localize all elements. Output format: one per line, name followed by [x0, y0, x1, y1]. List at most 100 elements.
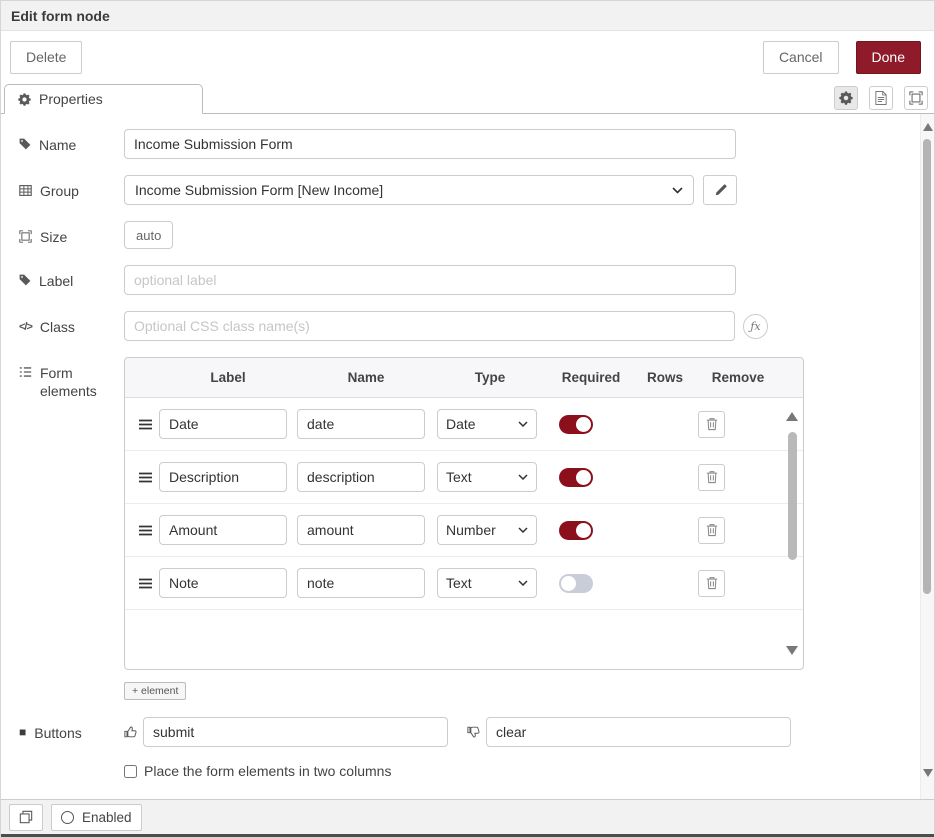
delete-button[interactable]: Delete	[10, 41, 82, 74]
appearance-button[interactable]	[904, 86, 928, 110]
element-type-select[interactable]: Text	[437, 462, 537, 492]
delete-element-button[interactable]	[698, 517, 725, 544]
col-header-label: Label	[159, 370, 297, 385]
element-type-select[interactable]: Text	[437, 568, 537, 598]
trash-icon	[706, 417, 718, 431]
required-toggle[interactable]	[559, 415, 593, 434]
label-label-text: Label	[39, 272, 73, 290]
required-toggle[interactable]	[559, 468, 593, 487]
element-type-select[interactable]: Date	[437, 409, 537, 439]
class-input[interactable]	[124, 311, 735, 341]
square-icon: ■	[19, 724, 26, 738]
element-name-input[interactable]	[297, 409, 425, 439]
form-elements-label: Form elements	[19, 357, 124, 400]
form-elements-table: Label Name Type Required Rows Remove Dat…	[124, 357, 804, 670]
label-row: Label	[19, 265, 920, 295]
edit-group-button[interactable]	[703, 175, 737, 205]
drag-handle-icon[interactable]	[139, 419, 152, 430]
cancel-button[interactable]: Cancel	[763, 41, 839, 74]
clear-button-label-input[interactable]	[486, 717, 791, 747]
drag-handle-icon[interactable]	[139, 525, 152, 536]
delete-element-button[interactable]	[698, 411, 725, 438]
two-columns-checkbox[interactable]	[124, 765, 137, 778]
element-type-select[interactable]: Number	[437, 515, 537, 545]
class-dynamic-button[interactable]: ƒx	[743, 314, 768, 339]
delete-element-button[interactable]	[698, 464, 725, 491]
tab-properties[interactable]: Properties	[4, 84, 203, 114]
tag-icon	[19, 272, 31, 286]
two-columns-row: Place the form elements in two columns	[124, 763, 920, 779]
element-name-input[interactable]	[297, 568, 425, 598]
workspace-edge	[1, 834, 934, 837]
scrollbar-thumb[interactable]	[788, 432, 797, 560]
scroll-down-arrow[interactable]	[923, 769, 933, 777]
edit-form-node-tray: Edit form node Delete Cancel Done Proper…	[0, 0, 935, 838]
vertical-scrollbar[interactable]	[920, 114, 934, 799]
scroll-down-arrow[interactable]	[786, 646, 798, 655]
col-header-required: Required	[545, 370, 637, 385]
gear-icon	[18, 93, 31, 106]
name-row: Name	[19, 129, 920, 159]
element-name-input[interactable]	[297, 462, 425, 492]
enabled-circle-icon	[61, 811, 74, 824]
chevron-down-icon	[518, 580, 528, 586]
chevron-down-icon	[518, 527, 528, 533]
buttons-row: ■ Buttons	[19, 717, 920, 747]
required-toggle[interactable]	[559, 521, 593, 540]
element-type-value: Text	[446, 469, 472, 485]
properties-panel: Name Group Income Submission Form [New I…	[1, 114, 920, 799]
badge-icon	[909, 91, 923, 105]
done-button[interactable]: Done	[856, 41, 921, 74]
layers-icon	[19, 810, 33, 824]
buttons-controls	[124, 717, 791, 747]
toolbar: Delete Cancel Done	[1, 31, 934, 83]
trash-icon	[706, 576, 718, 590]
element-type-value: Date	[446, 416, 476, 432]
group-label-text: Group	[40, 182, 79, 200]
tabbar: Properties	[1, 83, 934, 114]
name-label: Name	[19, 129, 124, 154]
element-label-input[interactable]	[159, 409, 287, 439]
element-label-input[interactable]	[159, 568, 287, 598]
tab-properties-label: Properties	[39, 91, 103, 107]
elements-table-header: Label Name Type Required Rows Remove	[125, 358, 803, 398]
scrollbar-thumb[interactable]	[923, 139, 931, 594]
element-label-input[interactable]	[159, 462, 287, 492]
file-icon	[875, 91, 887, 105]
scroll-up-arrow[interactable]	[786, 412, 798, 421]
add-element-button[interactable]: + element	[124, 682, 186, 700]
name-input[interactable]	[124, 129, 736, 159]
drag-handle-icon[interactable]	[139, 578, 152, 589]
tray-header: Edit form node	[1, 1, 934, 31]
element-name-input[interactable]	[297, 515, 425, 545]
delete-element-button[interactable]	[698, 570, 725, 597]
label-input[interactable]	[124, 265, 736, 295]
toolbar-actions: Cancel Done	[763, 41, 921, 74]
group-label: Group	[19, 175, 124, 200]
trash-icon	[706, 470, 718, 484]
size-label: Size	[19, 221, 124, 246]
node-settings-button[interactable]	[834, 86, 858, 110]
trash-icon	[706, 523, 718, 537]
form-element-row: Date	[125, 398, 803, 451]
element-label-input[interactable]	[159, 515, 287, 545]
buttons-label-text: Buttons	[34, 724, 81, 742]
col-header-rows: Rows	[637, 370, 693, 385]
element-type-value: Number	[446, 522, 496, 538]
size-button[interactable]: auto	[124, 221, 173, 249]
required-toggle[interactable]	[559, 574, 593, 593]
col-header-type: Type	[435, 370, 545, 385]
node-info-button[interactable]	[9, 804, 43, 831]
description-button[interactable]	[869, 86, 893, 110]
elements-table-body: Date Text	[125, 398, 803, 669]
drag-handle-icon[interactable]	[139, 472, 152, 483]
size-label-text: Size	[40, 228, 67, 246]
group-select[interactable]: Income Submission Form [New Income]	[124, 175, 694, 205]
enabled-toggle-button[interactable]: Enabled	[51, 804, 142, 831]
table-scrollbar[interactable]	[785, 406, 800, 661]
form-element-row: Text	[125, 451, 803, 504]
add-element-row: + element	[124, 681, 920, 700]
scroll-up-arrow[interactable]	[923, 123, 933, 131]
submit-button-label-input[interactable]	[143, 717, 448, 747]
dialog-title: Edit form node	[11, 8, 110, 24]
